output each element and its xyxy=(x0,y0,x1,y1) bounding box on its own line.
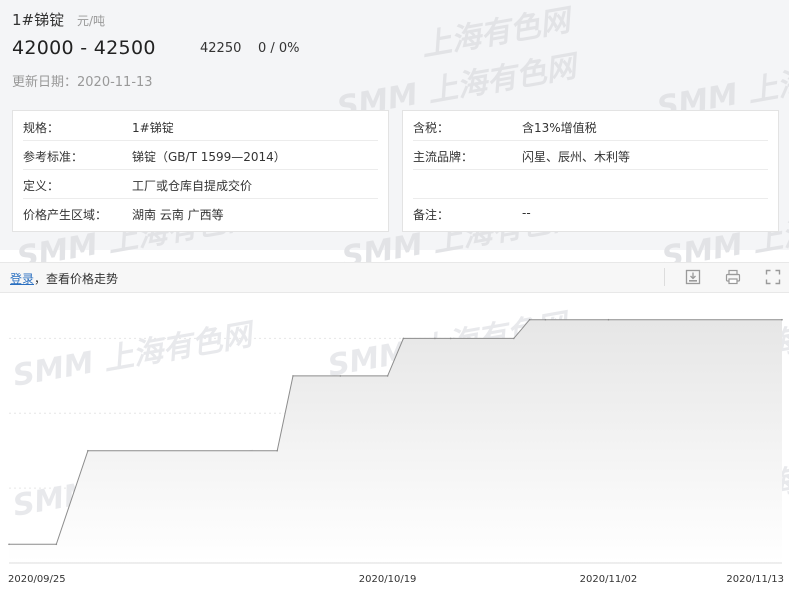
x-tick-label: 2020/09/25 xyxy=(8,574,66,585)
data-point[interactable] xyxy=(55,543,58,546)
data-point[interactable] xyxy=(8,543,10,546)
price-trend-chart: SMM 上海有色网 SMM 上海有色网 SMM 上海有色网 SMM 上海有色网 … xyxy=(0,291,789,591)
x-tick-label: 2020/11/02 xyxy=(580,574,638,585)
details-left-table: 规格： 1#锑锭 参考标准： 锑锭（GB/T 1599—2014） 定义： 工厂或仓库… xyxy=(12,110,389,232)
update-date: 更新日期：2020-11-13 xyxy=(12,75,153,90)
data-point[interactable] xyxy=(528,318,531,321)
data-point[interactable] xyxy=(449,337,452,340)
fullscreen-icon[interactable] xyxy=(764,268,782,286)
details-right-table: 含税： 含13%增值税 主流品牌： 闪星、辰州、木利等 备注： -- xyxy=(402,110,779,232)
data-point[interactable] xyxy=(292,375,294,377)
download-icon[interactable] xyxy=(684,268,702,286)
detail-row: 含税： 含13%增值税 xyxy=(413,111,768,141)
detail-row: 主流品牌： 闪星、辰州、木利等 xyxy=(413,140,768,170)
data-point[interactable] xyxy=(781,318,783,321)
average-price: 42250 xyxy=(200,41,242,56)
data-point[interactable] xyxy=(544,318,547,321)
detail-row: 参考标准： 锑锭（GB/T 1599—2014） xyxy=(23,140,378,170)
x-tick-label: 2020/10/19 xyxy=(359,574,417,585)
watermark: 上海有色网 xyxy=(418,3,573,64)
toolbar-divider xyxy=(664,268,665,286)
chart-toolbar: 登录 ，查看价格走势 xyxy=(0,262,789,293)
login-hint: ，查看价格走势 xyxy=(34,272,119,286)
detail-row: 规格： 1#锑锭 xyxy=(23,111,378,141)
detail-row xyxy=(413,169,768,199)
data-point[interactable] xyxy=(607,318,610,321)
detail-row: 价格产生区域： 湖南 云南 广西等 xyxy=(23,208,224,222)
login-link[interactable]: 登录 xyxy=(10,270,34,287)
watermark: SMM 上海有色网 xyxy=(10,317,258,394)
detail-row: 定义： 工厂或仓库自提成交价 xyxy=(23,169,378,199)
data-point[interactable] xyxy=(276,449,279,452)
detail-row: 备注： -- xyxy=(413,206,531,222)
price-unit: 元/吨 xyxy=(77,14,106,28)
data-point[interactable] xyxy=(386,375,389,377)
data-point[interactable] xyxy=(87,449,89,452)
price-change: 0 / 0% xyxy=(258,41,300,56)
product-header-panel: SMM 上海有色网 SMM 上海有色网 上海有色网 SMM 上海有色网 SMM … xyxy=(0,0,789,276)
data-point[interactable] xyxy=(339,375,342,377)
price-trend-svg: SMM 上海有色网 SMM 上海有色网 SMM 上海有色网 SMM 上海有色网 … xyxy=(8,307,789,585)
product-name: 1#锑锭 xyxy=(12,11,65,29)
x-tick-label: 2020/11/13 xyxy=(726,574,784,585)
data-point[interactable] xyxy=(513,337,515,340)
print-icon[interactable] xyxy=(724,268,742,286)
data-point[interactable] xyxy=(402,337,405,340)
data-point[interactable] xyxy=(434,337,436,340)
price-range: 42000 - 42500 xyxy=(12,37,156,59)
